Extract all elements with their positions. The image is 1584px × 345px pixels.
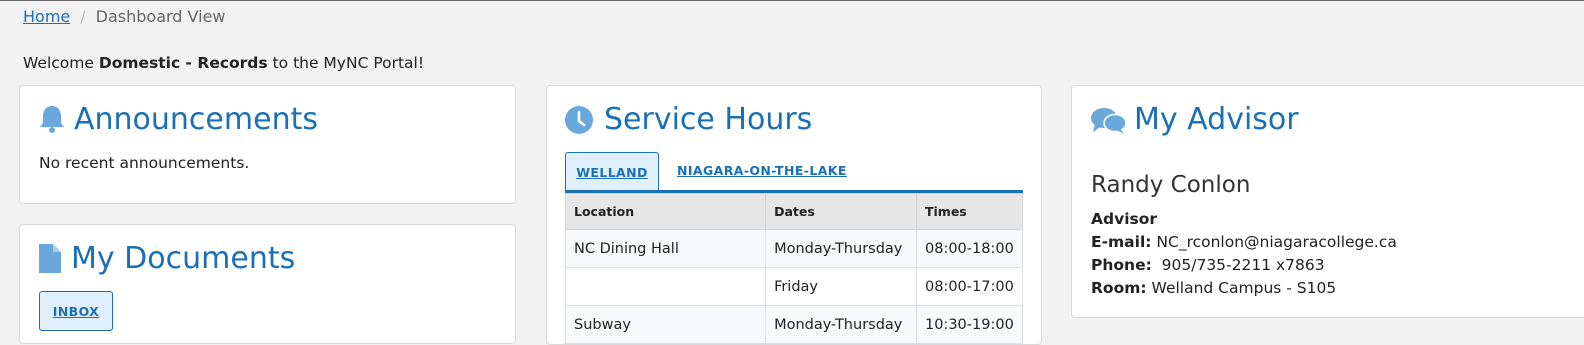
tab-niagara-on-the-lake[interactable]: NIAGARA-ON-THE-LAKE: [677, 163, 847, 178]
service-hours-table: Location Dates Times NC Dining Hall Mond…: [564, 193, 1024, 344]
breadcrumb-separator: /: [80, 7, 86, 26]
advisor-name: Randy Conlon: [1091, 172, 1251, 198]
announcements-title: Announcements: [74, 102, 318, 137]
advisor-room-line: Room: Welland Campus - S105: [1091, 279, 1336, 297]
advisor-room-label: Room:: [1091, 279, 1147, 297]
column-header-dates: Dates: [765, 193, 917, 230]
table-cell: Friday: [765, 267, 917, 306]
table-cell: 10:30-19:00: [915, 305, 1024, 344]
breadcrumb-home-link[interactable]: Home: [23, 7, 70, 26]
clock-icon: [565, 106, 593, 134]
welcome-suffix: to the MyNC Portal!: [272, 54, 425, 72]
welcome-user: Domestic - Records: [98, 54, 268, 72]
column-header-times: Times: [915, 193, 1024, 230]
advisor-email-line: E-mail: NC_rconlon@niagaracollege.ca: [1091, 233, 1397, 251]
chat-bubbles-icon: [1091, 108, 1126, 134]
advisor-email: NC_rconlon@niagaracollege.ca: [1156, 233, 1397, 251]
tab-welland[interactable]: WELLAND: [565, 152, 659, 192]
advisor-panel: My Advisor Randy Conlon Advisor E-mail: …: [1071, 85, 1584, 318]
service-hours-panel: Service Hours WELLAND NIAGARA-ON-THE-LAK…: [546, 85, 1042, 345]
advisor-role-label: Advisor: [1091, 210, 1158, 228]
advisor-role: Advisor: [1091, 210, 1157, 228]
announcements-panel: Announcements No recent announcements.: [19, 85, 516, 204]
table-row: NC Dining Hall Monday-Thursday 08:00-18:…: [564, 229, 1024, 268]
table-cell: NC Dining Hall: [564, 229, 767, 268]
table-cell: Subway: [564, 305, 767, 344]
table-cell: 08:00-17:00: [915, 267, 1024, 306]
welcome-prefix: Welcome: [23, 54, 94, 72]
advisor-title: My Advisor: [1134, 102, 1299, 137]
breadcrumb: Home / Dashboard View: [23, 7, 226, 26]
service-hours-title: Service Hours: [604, 102, 813, 137]
bell-icon: [40, 106, 64, 133]
table-cell: [564, 267, 767, 306]
table-header-row: Location Dates Times: [564, 193, 1024, 230]
documents-title: My Documents: [71, 241, 296, 276]
announcements-message: No recent announcements.: [39, 154, 250, 172]
advisor-phone: 905/735-2211 x7863: [1161, 256, 1325, 274]
breadcrumb-current: Dashboard View: [95, 7, 226, 26]
documents-panel: My Documents INBOX: [19, 224, 516, 344]
advisor-room: Welland Campus - S105: [1151, 279, 1337, 297]
top-border: [0, 0, 1584, 1]
document-icon: [39, 244, 61, 273]
advisor-email-label: E-mail:: [1091, 233, 1152, 251]
table-cell: Monday-Thursday: [765, 229, 917, 268]
inbox-button[interactable]: INBOX: [39, 291, 113, 331]
advisor-phone-line: Phone: 905/735-2211 x7863: [1091, 256, 1325, 274]
advisor-phone-label: Phone:: [1091, 256, 1152, 274]
table-cell: 08:00-18:00: [915, 229, 1024, 268]
table-row: Subway Monday-Thursday 10:30-19:00: [564, 305, 1024, 344]
welcome-message: Welcome Domestic - Records to the MyNC P…: [23, 54, 424, 72]
table-cell: Monday-Thursday: [765, 305, 917, 344]
column-header-location: Location: [564, 193, 767, 230]
table-row: Friday 08:00-17:00: [564, 267, 1024, 306]
